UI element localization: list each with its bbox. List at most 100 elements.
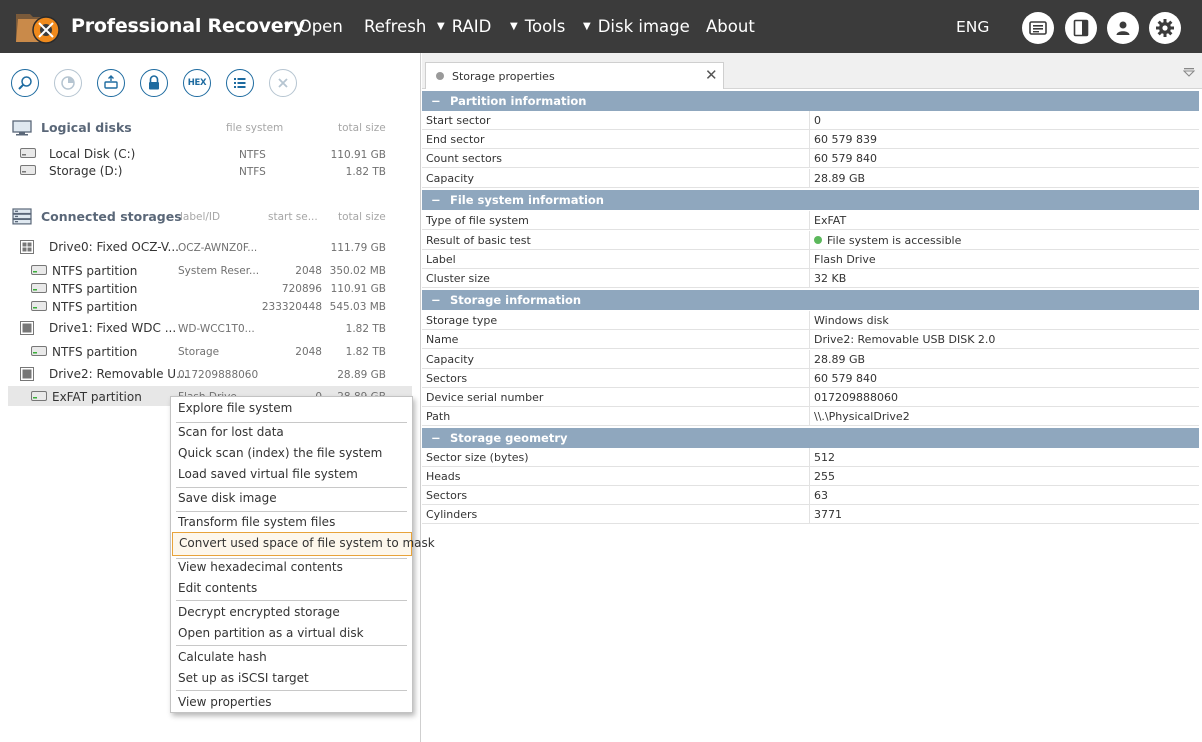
ctx-view-properties[interactable]: View properties (172, 692, 411, 714)
language-selector[interactable]: ENG (956, 18, 989, 36)
group-title: Storage information (450, 293, 582, 307)
collapse-icon: − (431, 431, 441, 445)
tab-label: Storage properties (452, 70, 555, 83)
property-row[interactable]: Type of file system ExFAT (422, 211, 1199, 230)
property-key: Sectors (426, 489, 468, 502)
ctx-convert-to-mask[interactable]: Convert used space of file system to mas… (172, 532, 435, 556)
properties-panel: Storage properties ✕ − Partition informat… (422, 53, 1202, 742)
ctx-edit-contents[interactable]: Edit contents (172, 578, 411, 600)
property-key: Storage type (426, 314, 498, 327)
drive-label: WD-WCC1T0... (178, 323, 255, 335)
ctx-save-disk-image[interactable]: Save disk image (172, 488, 411, 510)
menu-about-label: About (706, 17, 755, 36)
property-row[interactable]: Start sector 0 (422, 111, 1199, 130)
property-row[interactable]: End sector 60 579 839 (422, 130, 1199, 149)
disk-fs: NTFS (239, 166, 266, 178)
property-row[interactable]: Path \\.\PhysicalDrive2 (422, 407, 1199, 426)
group-title: File system information (450, 193, 604, 207)
disk-size: 110.91 GB (330, 149, 386, 161)
property-value: 60 579 840 (814, 152, 877, 165)
property-key: Cylinders (426, 508, 478, 521)
panel-icon (1073, 19, 1089, 37)
group-storage-information[interactable]: − Storage information (422, 290, 1199, 310)
partition-size: 545.03 MB (329, 301, 386, 313)
panel-toggle-button[interactable] (1065, 12, 1097, 44)
property-row[interactable]: Heads 255 (422, 467, 1199, 486)
property-key: Sectors (426, 372, 468, 385)
properties-button[interactable] (226, 69, 254, 97)
property-key: Result of basic test (426, 234, 531, 247)
property-row[interactable]: Sectors 60 579 840 (422, 369, 1199, 388)
partition-label: Storage (178, 346, 220, 358)
dropdown-triangle-icon: ▼ (583, 21, 591, 32)
menu-about[interactable]: About (706, 17, 755, 36)
col-start-sector: start se... (268, 211, 318, 223)
col-file-system: file system (226, 122, 284, 134)
monitor-icon (12, 120, 32, 136)
group-storage-geometry[interactable]: − Storage geometry (422, 428, 1199, 448)
group-partition-information[interactable]: − Partition information (422, 91, 1199, 111)
property-value: 255 (814, 470, 835, 483)
property-key: Cluster size (426, 272, 490, 285)
ctx-quick-scan[interactable]: Quick scan (index) the file system (172, 443, 411, 465)
drive-label: OCZ-AWNZ0F... (178, 242, 258, 254)
settings-button[interactable] (1149, 12, 1181, 44)
tab-list-icon[interactable] (1183, 67, 1195, 77)
menu-raid[interactable]: ▼ RAID (437, 17, 491, 36)
news-button[interactable] (1022, 12, 1054, 44)
property-row[interactable]: Result of basic test File system is acces… (422, 231, 1199, 250)
property-row[interactable]: Name Drive2: Removable USB DISK 2.0 (422, 330, 1199, 349)
property-row[interactable]: Sectors 63 (422, 486, 1199, 505)
scan-button[interactable] (54, 69, 82, 97)
hex-icon: HEX (187, 78, 207, 88)
property-row[interactable]: Label Flash Drive (422, 250, 1199, 269)
drive-name: Drive1: Fixed WDC ... (49, 321, 177, 335)
ctx-decrypt-storage[interactable]: Decrypt encrypted storage (172, 602, 411, 624)
ctx-calculate-hash[interactable]: Calculate hash (172, 647, 411, 669)
search-button[interactable] (11, 69, 39, 97)
drive-label: 017209888060 (178, 369, 259, 381)
property-row[interactable]: Cluster size 32 KB (422, 269, 1199, 288)
menu-refresh[interactable]: Refresh (364, 17, 426, 36)
menu-disk-image[interactable]: ▼ Disk image (583, 17, 690, 36)
tab-storage-properties[interactable]: Storage properties ✕ (425, 62, 724, 89)
decrypt-button[interactable] (140, 69, 168, 97)
ctx-load-virtual-fs[interactable]: Load saved virtual file system (172, 464, 411, 486)
ctx-setup-iscsi[interactable]: Set up as iSCSI target (172, 668, 411, 690)
property-row[interactable]: Device serial number 017209888060 (422, 388, 1199, 407)
property-key: Start sector (426, 114, 491, 127)
disk-image-button[interactable] (97, 69, 125, 97)
ctx-transform-fs-files[interactable]: Transform file system files (172, 512, 411, 534)
partition-size: 1.82 TB (345, 346, 386, 358)
user-button[interactable] (1107, 12, 1139, 44)
hex-button[interactable]: HEX (183, 69, 211, 97)
menu-open-label: Open (298, 17, 343, 36)
property-key: Capacity (426, 172, 475, 185)
ctx-explore-file-system[interactable]: Explore file system (172, 398, 411, 420)
property-row[interactable]: Sector size (bytes) 512 (422, 448, 1199, 467)
partition-name: ExFAT partition (52, 390, 142, 404)
menu-open[interactable]: ▼ Open (284, 17, 343, 36)
property-row[interactable]: Count sectors 60 579 840 (422, 149, 1199, 168)
property-row[interactable]: Capacity 28.89 GB (422, 169, 1199, 188)
drive-icon (20, 367, 34, 381)
ctx-open-as-virtual-disk[interactable]: Open partition as a virtual disk (172, 623, 411, 645)
close-storage-button[interactable] (269, 69, 297, 97)
disk-size: 1.82 TB (345, 166, 386, 178)
group-file-system-information[interactable]: − File system information (422, 190, 1199, 210)
ctx-view-hex[interactable]: View hexadecimal contents (172, 557, 411, 579)
property-row[interactable]: Capacity 28.89 GB (422, 350, 1199, 369)
property-row[interactable]: Cylinders 3771 (422, 505, 1199, 524)
connected-storages-title: Connected storages (41, 209, 182, 224)
col-total-size: total size (338, 122, 386, 134)
server-icon (12, 208, 32, 225)
close-icon[interactable]: ✕ (705, 66, 718, 84)
property-row[interactable]: Storage type Windows disk (422, 311, 1199, 330)
group-title: Partition information (450, 94, 587, 108)
collapse-icon: − (431, 293, 441, 307)
partition-icon (31, 391, 47, 401)
copy-icon (104, 75, 118, 89)
ctx-scan-for-lost-data[interactable]: Scan for lost data (172, 422, 411, 444)
menu-tools[interactable]: ▼ Tools (510, 17, 565, 36)
app-logo-icon (16, 14, 60, 44)
